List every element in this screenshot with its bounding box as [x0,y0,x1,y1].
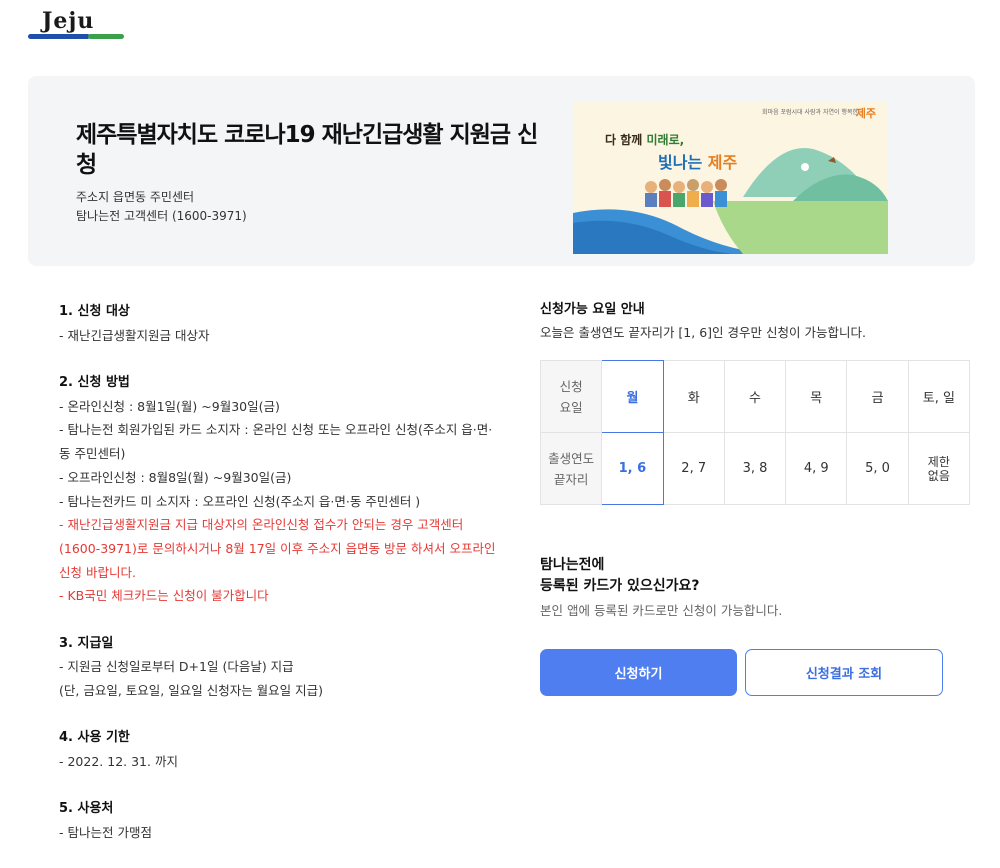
limit-a: 제한 [927,454,950,469]
limit-b: 없음 [927,468,950,483]
banner-illustration [573,148,888,254]
digit-cell-tue: 2, 7 [662,432,725,505]
method-warning-line3: 신청 바랍니다. [59,564,136,580]
method-member-line: - 탐나는전 회원가입된 카드 소지자 : 온라인 신청 또는 오프라인 신청(… [59,422,493,438]
schedule-info: 신청가능 요일 안내 오늘은 출생연도 끝자리가 [1, 6]인 경우만 신청이… [540,300,970,342]
apply-button[interactable]: 신청하기 [540,649,737,696]
method-offline-line: - 오프라인신청 : 8월8일(월) ~9월30일(금) [59,469,292,485]
schedule-table: 신청요일 월 화 수 목 금 토, 일 출생연도끝자리 1, 6 2, 7 3,… [539,360,971,505]
digit-cell-thu: 4, 9 [785,432,848,505]
expiry-line: - 2022. 12. 31. 까지 [59,754,178,770]
section-target-title: 1. 신청 대상 [59,304,130,319]
card-description: 본인 앱에 등록된 카드로만 신청이 가능합니다. [540,603,783,618]
table-head-day: 신청요일 [539,360,603,433]
section-method-title: 2. 신청 방법 [59,375,130,390]
head-day-b: 요일 [559,399,583,415]
digit-cell-weekend: 제한 없음 [907,432,971,505]
day-cell-tue: 화 [662,360,725,433]
day-cell-weekend: 토, 일 [907,360,971,433]
day-cell-thu: 목 [785,360,848,433]
table-head-digit: 출생연도끝자리 [539,432,603,505]
logo-wave-green [88,34,124,39]
banner-brand: 제주 [855,107,876,120]
hero-office-info: 주소지 읍면동 주민센터 [76,190,195,204]
table-row-days: 신청요일 월 화 수 목 금 토, 일 [539,360,971,433]
section-target-line: - 재난긴급생활지원금 대상자 [59,327,210,343]
digit-cell-mon: 1, 6 [601,432,664,505]
card-question: 탐나는전에 등록된 카드가 있으신가요? [540,555,700,597]
method-warning-line1: - 재난긴급생활지원금 지급 대상자의 온라인신청 접수가 안되는 경우 고객센… [59,517,464,533]
table-row-digits: 출생연도끝자리 1, 6 2, 7 3, 8 4, 9 5, 0 제한 없음 [539,432,971,505]
card-question-line2: 등록된 카드가 있으신가요? [540,578,700,594]
section-usage-title: 5. 사용처 [59,801,114,817]
jeju-banner-image: 회마음 포럼시대 사람과 자연이 행복한 제주 다 함께 미래로, 빛나는 제주 [573,101,888,254]
check-result-button[interactable]: 신청결과 조회 [745,649,943,696]
banner-top-text: 회마음 포럼시대 사람과 자연이 행복한 [762,109,858,116]
day-cell-mon: 월 [601,360,664,433]
day-cell-fri: 금 [846,360,909,433]
section-payday-title: 3. 지급일 [59,635,114,651]
banner-slogan2-part1: 빛나는 [658,153,708,172]
head-day-a: 신청 [559,378,583,394]
method-kb-warning: - KB국민 체크카드는 신청이 불가합니다 [59,588,269,604]
method-online-line: - 온라인신청 : 8월1일(월) ~9월30일(금) [59,398,280,414]
day-cell-wed: 수 [723,360,787,433]
banner-slogan2-jeju: 제주 [707,153,738,172]
schedule-desc: 오늘은 출생연도 끝자리가 [1, 6]인 경우만 신청이 가능합니다. [540,325,866,340]
card-question-line1: 탐나는전에 [540,557,605,573]
banner-slogan-highlight: 미래로, [646,133,685,147]
head-digit-a: 출생연도 [548,450,595,466]
method-member-line-cont: 동 주민센터) [59,446,126,462]
digit-cell-fri: 5, 0 [846,432,909,505]
head-digit-b: 끝자리 [553,471,589,487]
section-expiry-title: 4. 사용 기한 [59,730,130,746]
hero-callcenter-info: 탐나는전 고객센터 (1600-3971) [76,209,247,223]
digit-cell-wed: 3, 8 [723,432,787,505]
hero-section: 제주특별자치도 코로나19 재난긴급생활 지원금 신청 주소지 읍면동 주민센터… [28,76,975,266]
payday-line2: (단, 금요일, 토요일, 일요일 신청자는 월요일 지급) [59,683,324,699]
usage-line: - 탐나는전 가맹점 [59,825,152,841]
schedule-title: 신청가능 요일 안내 [540,302,645,317]
jeju-logo[interactable]: Jeju [28,8,128,44]
banner-slogan-line1: 다 함께 미래로, [605,131,684,148]
method-warning-line2: (1600-3971)로 문의하시거나 8월 17일 이후 주소지 읍면동 방문… [59,540,496,556]
payday-line1: - 지원금 신청일로부터 D+1일 (다음날) 지급 [59,659,294,675]
logo-wave-blue [28,34,90,39]
logo-text: Jeju [42,8,95,34]
banner-slogan-line2: 빛나는 제주 [658,149,737,173]
application-info: 1. 신청 대상 - 재난긴급생활지원금 대상자 2. 신청 방법 - 온라인신… [59,300,529,845]
page-title: 제주특별자치도 코로나19 재난긴급생활 지원금 신청 [76,122,538,178]
banner-slogan-part1: 다 함께 [605,133,647,147]
method-noncard-line: - 탐나는전카드 미 소지자 : 오프라인 신청(주소지 읍·면·동 주민센터 … [59,493,421,509]
